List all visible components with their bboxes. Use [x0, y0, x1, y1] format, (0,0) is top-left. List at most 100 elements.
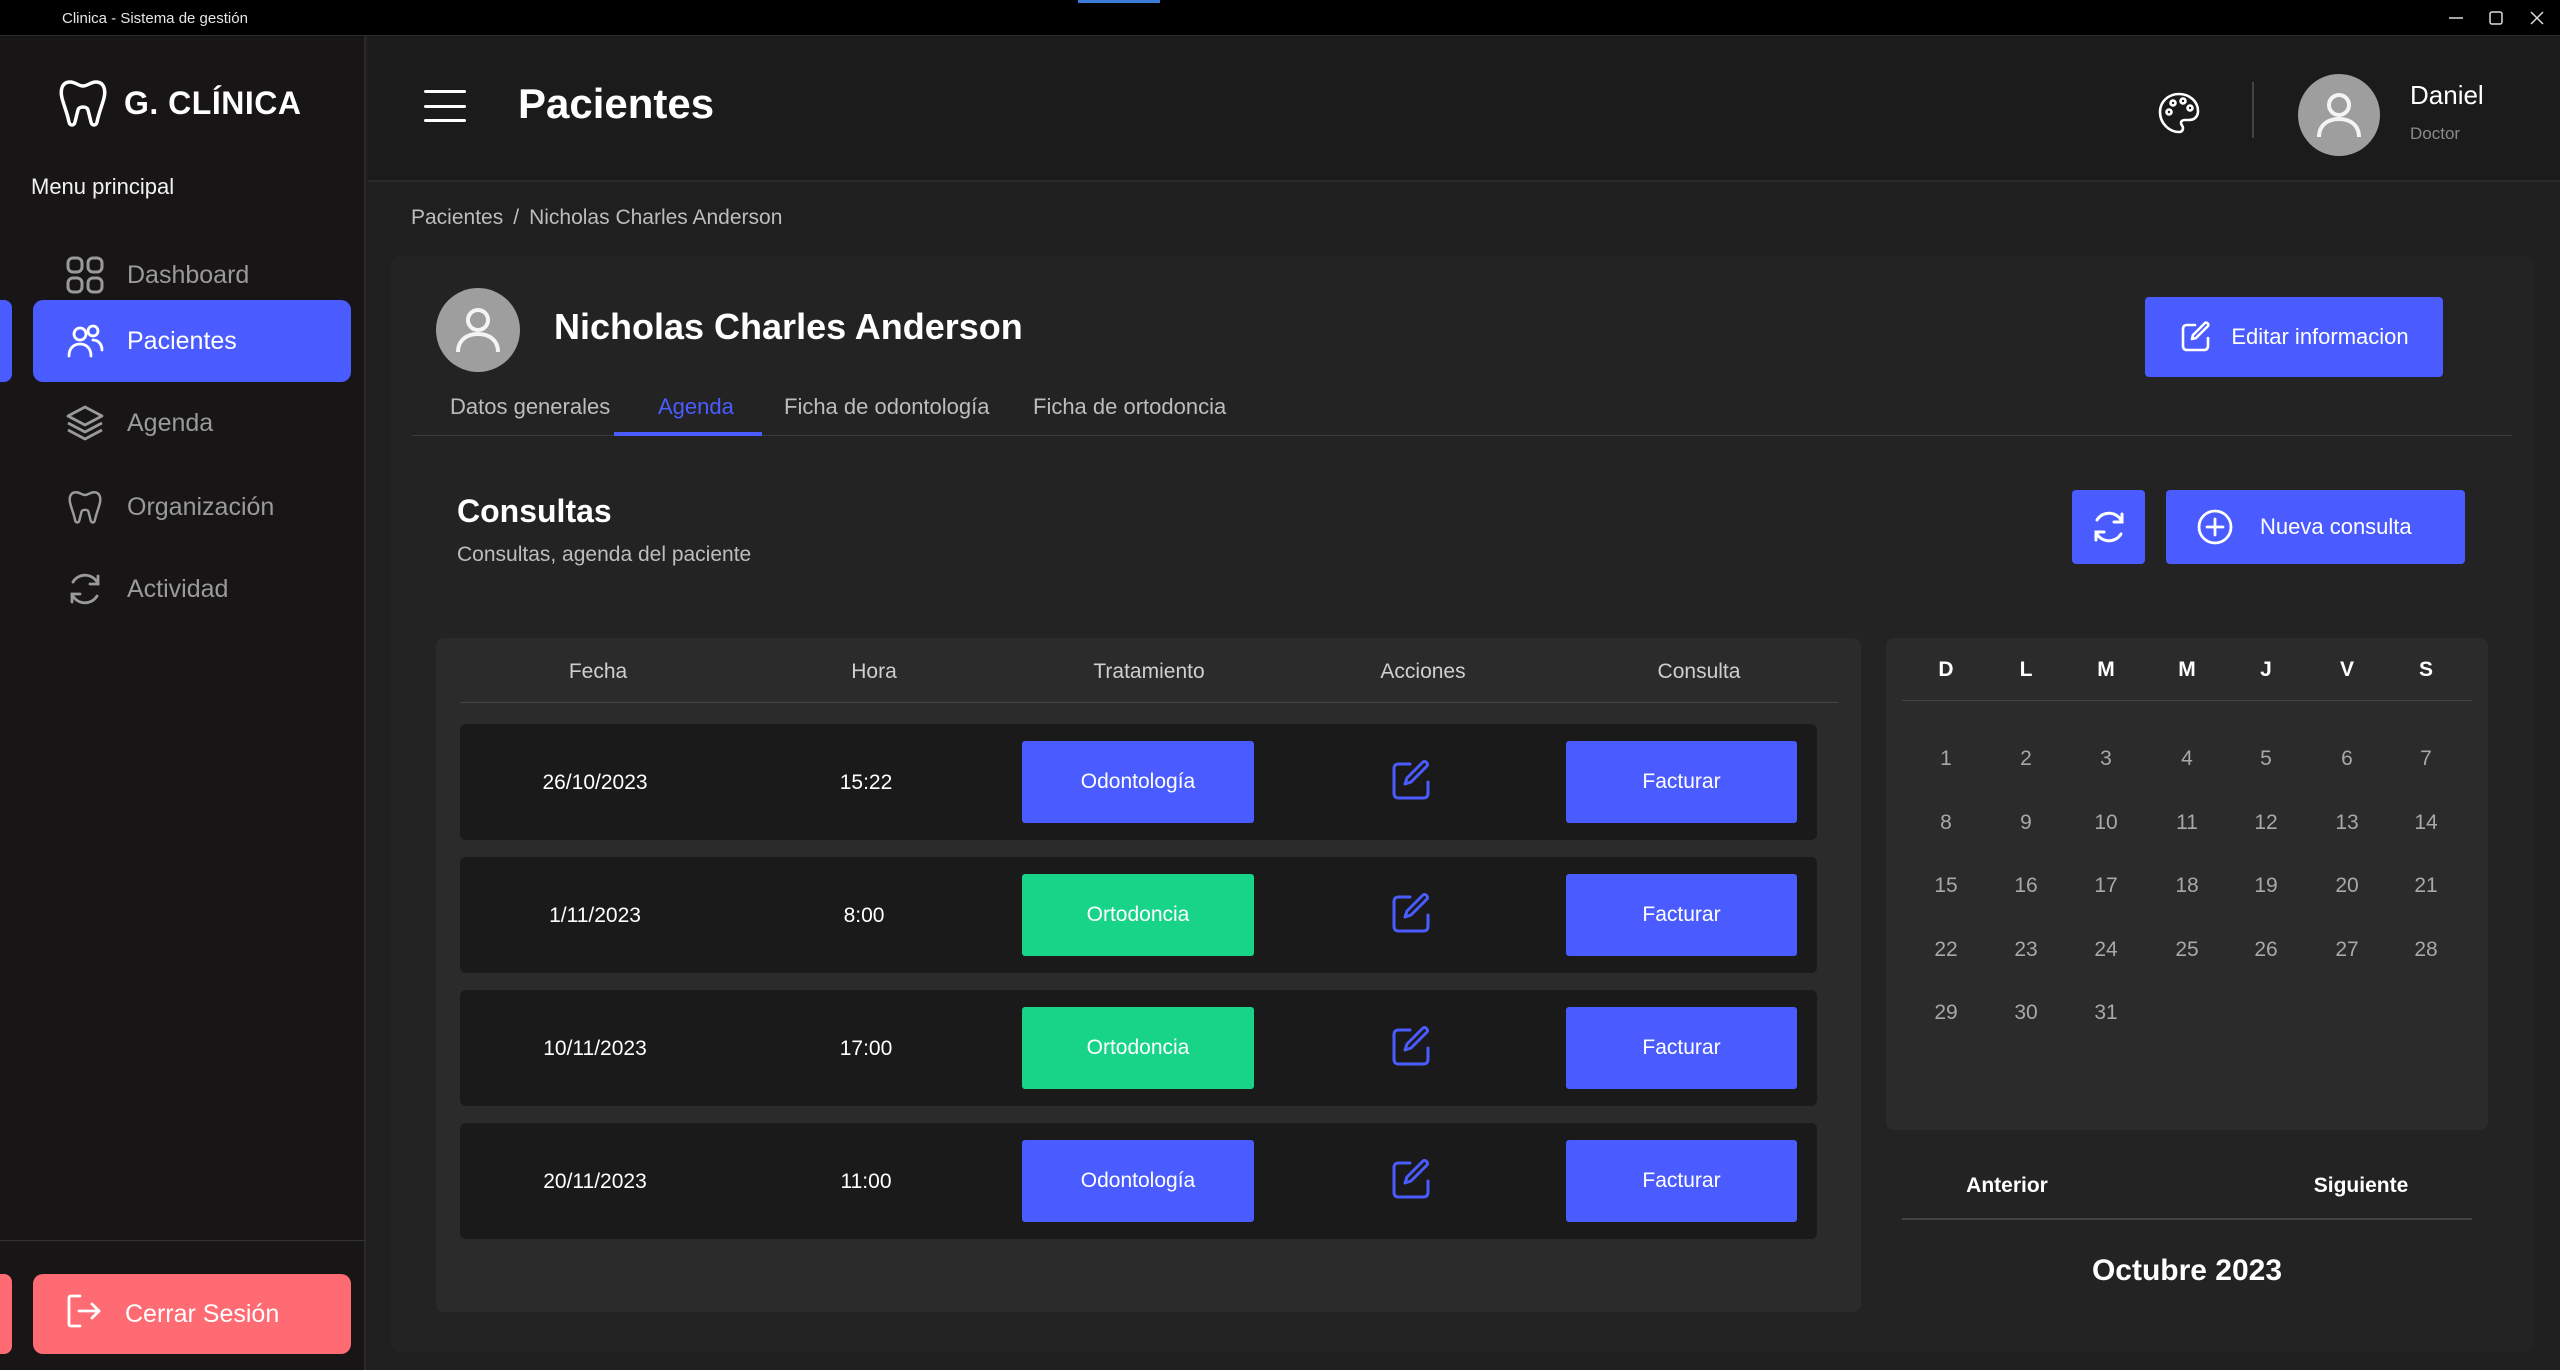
cell-hora: 8:00 [843, 904, 885, 927]
calendar-day[interactable]: 3 [2100, 747, 2112, 771]
treatment-badge[interactable]: Ortodoncia [1022, 1007, 1254, 1089]
logout-icon [65, 1292, 103, 1337]
cell-hora: 17:00 [839, 1037, 893, 1060]
calendar-day[interactable]: 29 [1934, 1001, 1957, 1025]
facturar-button[interactable]: Facturar [1566, 1140, 1797, 1222]
sidebar-item-agenda[interactable]: Agenda [33, 382, 351, 464]
user-avatar[interactable] [2298, 74, 2380, 156]
user-icon [456, 308, 500, 353]
calendar-day[interactable]: 9 [2020, 811, 2032, 835]
calendar-day[interactable]: 14 [2414, 811, 2437, 835]
logout-marker [0, 1274, 12, 1354]
top-header: Pacientes Daniel Doctor [368, 36, 2560, 182]
logout-button[interactable]: Cerrar Sesión [33, 1274, 351, 1354]
new-consulta-label: Nueva consulta [2260, 514, 2412, 539]
facturar-button[interactable]: Facturar [1566, 741, 1797, 823]
layers-icon [65, 403, 105, 443]
table-row: 1/11/2023 8:00 Ortodoncia Facturar [460, 857, 1817, 973]
calendar-day[interactable]: 10 [2094, 811, 2117, 835]
calendar-day[interactable]: 16 [2014, 874, 2037, 898]
sidebar-item-actividad[interactable]: Actividad [33, 548, 351, 630]
calendar-day[interactable]: 1 [1940, 747, 1952, 771]
calendar-day[interactable]: 31 [2094, 1001, 2117, 1025]
calendar-prev-button[interactable]: Anterior [1966, 1174, 2048, 1198]
edit-info-label: Editar informacion [2231, 324, 2409, 349]
edit-icon[interactable] [1388, 1157, 1434, 1203]
calendar-day[interactable]: 5 [2260, 747, 2272, 771]
sidebar-divider [0, 1240, 364, 1241]
refresh-button[interactable] [2072, 490, 2145, 564]
calendar-day[interactable]: 2 [2020, 747, 2032, 771]
facturar-button[interactable]: Facturar [1566, 874, 1797, 956]
sidebar-item-label: Actividad [127, 574, 229, 603]
calendar-day[interactable]: 20 [2335, 874, 2358, 898]
calendar-day[interactable]: 17 [2094, 874, 2117, 898]
column-header-fecha: Fecha [568, 660, 628, 683]
breadcrumb-root[interactable]: Pacientes [411, 206, 503, 229]
treatment-badge[interactable]: Ortodoncia [1022, 874, 1254, 956]
user-icon [2317, 93, 2361, 138]
breadcrumb: Pacientes / Nicholas Charles Anderson [411, 206, 782, 230]
calendar-day[interactable]: 8 [1940, 811, 1952, 835]
calendar-day[interactable]: 28 [2414, 938, 2437, 962]
edit-info-button[interactable]: Editar informacion [2145, 297, 2443, 377]
palette-icon[interactable] [2156, 90, 2202, 136]
calendar-day[interactable]: 7 [2420, 747, 2432, 771]
calendar-day[interactable]: 19 [2254, 874, 2277, 898]
sidebar-item-organizacion[interactable]: Organización [33, 466, 351, 548]
maximize-button[interactable] [2481, 4, 2511, 32]
edit-icon[interactable] [1388, 758, 1434, 804]
hamburger-menu-icon[interactable] [424, 90, 466, 122]
calendar-day[interactable]: 24 [2094, 938, 2117, 962]
calendar-day[interactable]: 15 [1934, 874, 1957, 898]
edit-icon[interactable] [1388, 1024, 1434, 1070]
calendar-day[interactable]: 12 [2254, 811, 2277, 835]
cell-fecha: 1/11/2023 [549, 904, 641, 927]
tab-agenda[interactable]: Agenda [658, 394, 734, 420]
facturar-button[interactable]: Facturar [1566, 1007, 1797, 1089]
cell-fecha: 10/11/2023 [543, 1037, 647, 1060]
calendar-next-button[interactable]: Siguiente [2314, 1174, 2409, 1198]
brand[interactable]: G. CLÍNICA [56, 76, 301, 130]
plus-circle-icon [2197, 509, 2233, 545]
treatment-badge[interactable]: Odontología [1022, 741, 1254, 823]
page-title: Pacientes [518, 80, 715, 127]
calendar-day[interactable]: 27 [2335, 938, 2358, 962]
tab-ficha-odontologia[interactable]: Ficha de odontología [784, 394, 990, 420]
close-button[interactable] [2522, 4, 2552, 32]
edit-icon[interactable] [1388, 891, 1434, 937]
breadcrumb-current: Nicholas Charles Anderson [529, 206, 783, 229]
sidebar-item-pacientes[interactable]: Pacientes [33, 300, 351, 382]
sidebar-item-label: Dashboard [127, 260, 250, 289]
sidebar-item-label: Organización [127, 492, 275, 521]
calendar-day[interactable]: 26 [2254, 938, 2277, 962]
calendar-day[interactable]: 22 [1934, 938, 1957, 962]
calendar-weekday: D [1938, 658, 1954, 681]
calendar-day[interactable]: 21 [2414, 874, 2437, 898]
edit-icon [2182, 321, 2211, 352]
calendar-weekday: J [2260, 658, 2272, 681]
column-header-hora: Hora [851, 660, 897, 683]
minimize-button[interactable] [2441, 4, 2471, 32]
calendar-day[interactable]: 4 [2181, 747, 2193, 771]
calendar-day[interactable]: 11 [2176, 811, 2198, 835]
calendar-header-divider [1902, 700, 2472, 701]
calendar-day[interactable]: 25 [2175, 938, 2198, 962]
active-nav-marker [0, 300, 12, 382]
column-header-consulta: Consulta [1657, 660, 1741, 683]
new-consulta-button[interactable]: Nueva consulta [2166, 490, 2465, 564]
calendar-day[interactable]: 23 [2014, 938, 2037, 962]
calendar-day[interactable]: 6 [2341, 747, 2353, 771]
maximize-icon [2489, 11, 2503, 25]
tab-datos-generales[interactable]: Datos generales [450, 394, 610, 420]
tab-ficha-ortodoncia[interactable]: Ficha de ortodoncia [1033, 394, 1226, 420]
calendar-day[interactable]: 30 [2014, 1001, 2037, 1025]
refresh-icon [2094, 511, 2123, 543]
menu-title: Menu principal [31, 174, 175, 199]
treatment-badge[interactable]: Odontología [1022, 1140, 1254, 1222]
calendar-day[interactable]: 18 [2175, 874, 2198, 898]
window-titlebar: Clinica - Sistema de gestión [0, 0, 2560, 36]
cell-hora: 11:00 [840, 1170, 892, 1193]
close-icon [2530, 11, 2544, 25]
calendar-day[interactable]: 13 [2335, 811, 2358, 835]
